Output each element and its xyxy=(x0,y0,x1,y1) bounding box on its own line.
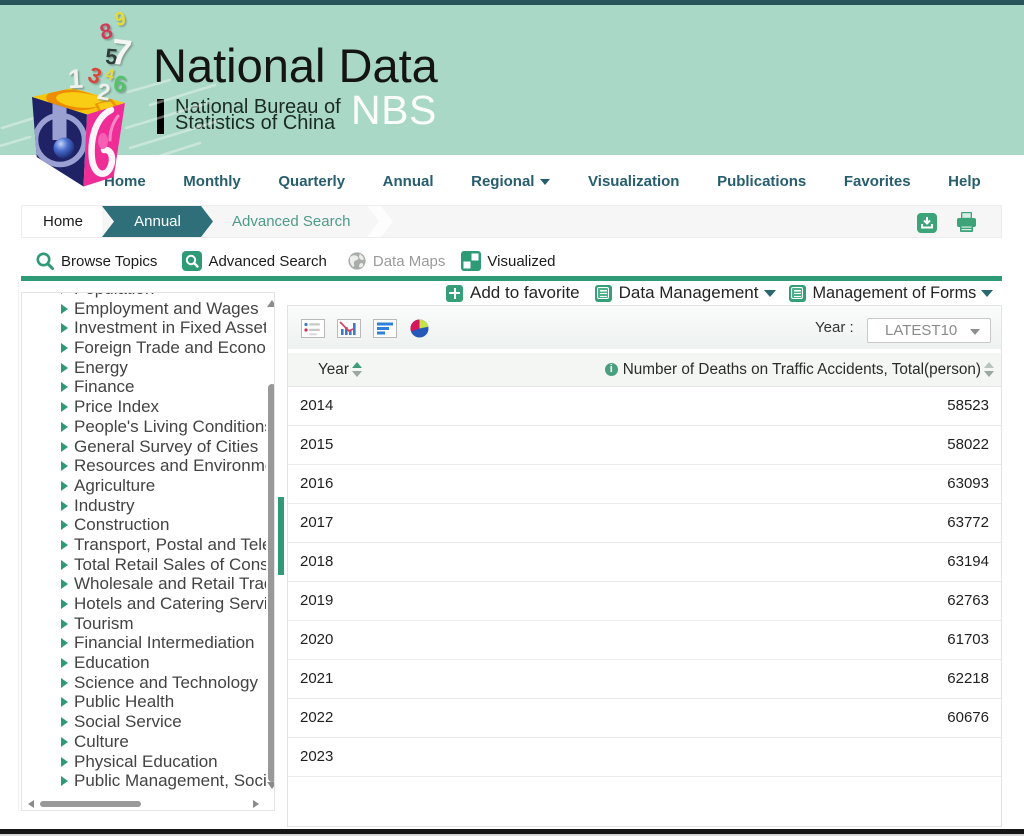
svg-text:9: 9 xyxy=(113,8,128,31)
svg-text:1: 1 xyxy=(67,64,84,95)
svg-text:8: 8 xyxy=(97,18,115,45)
